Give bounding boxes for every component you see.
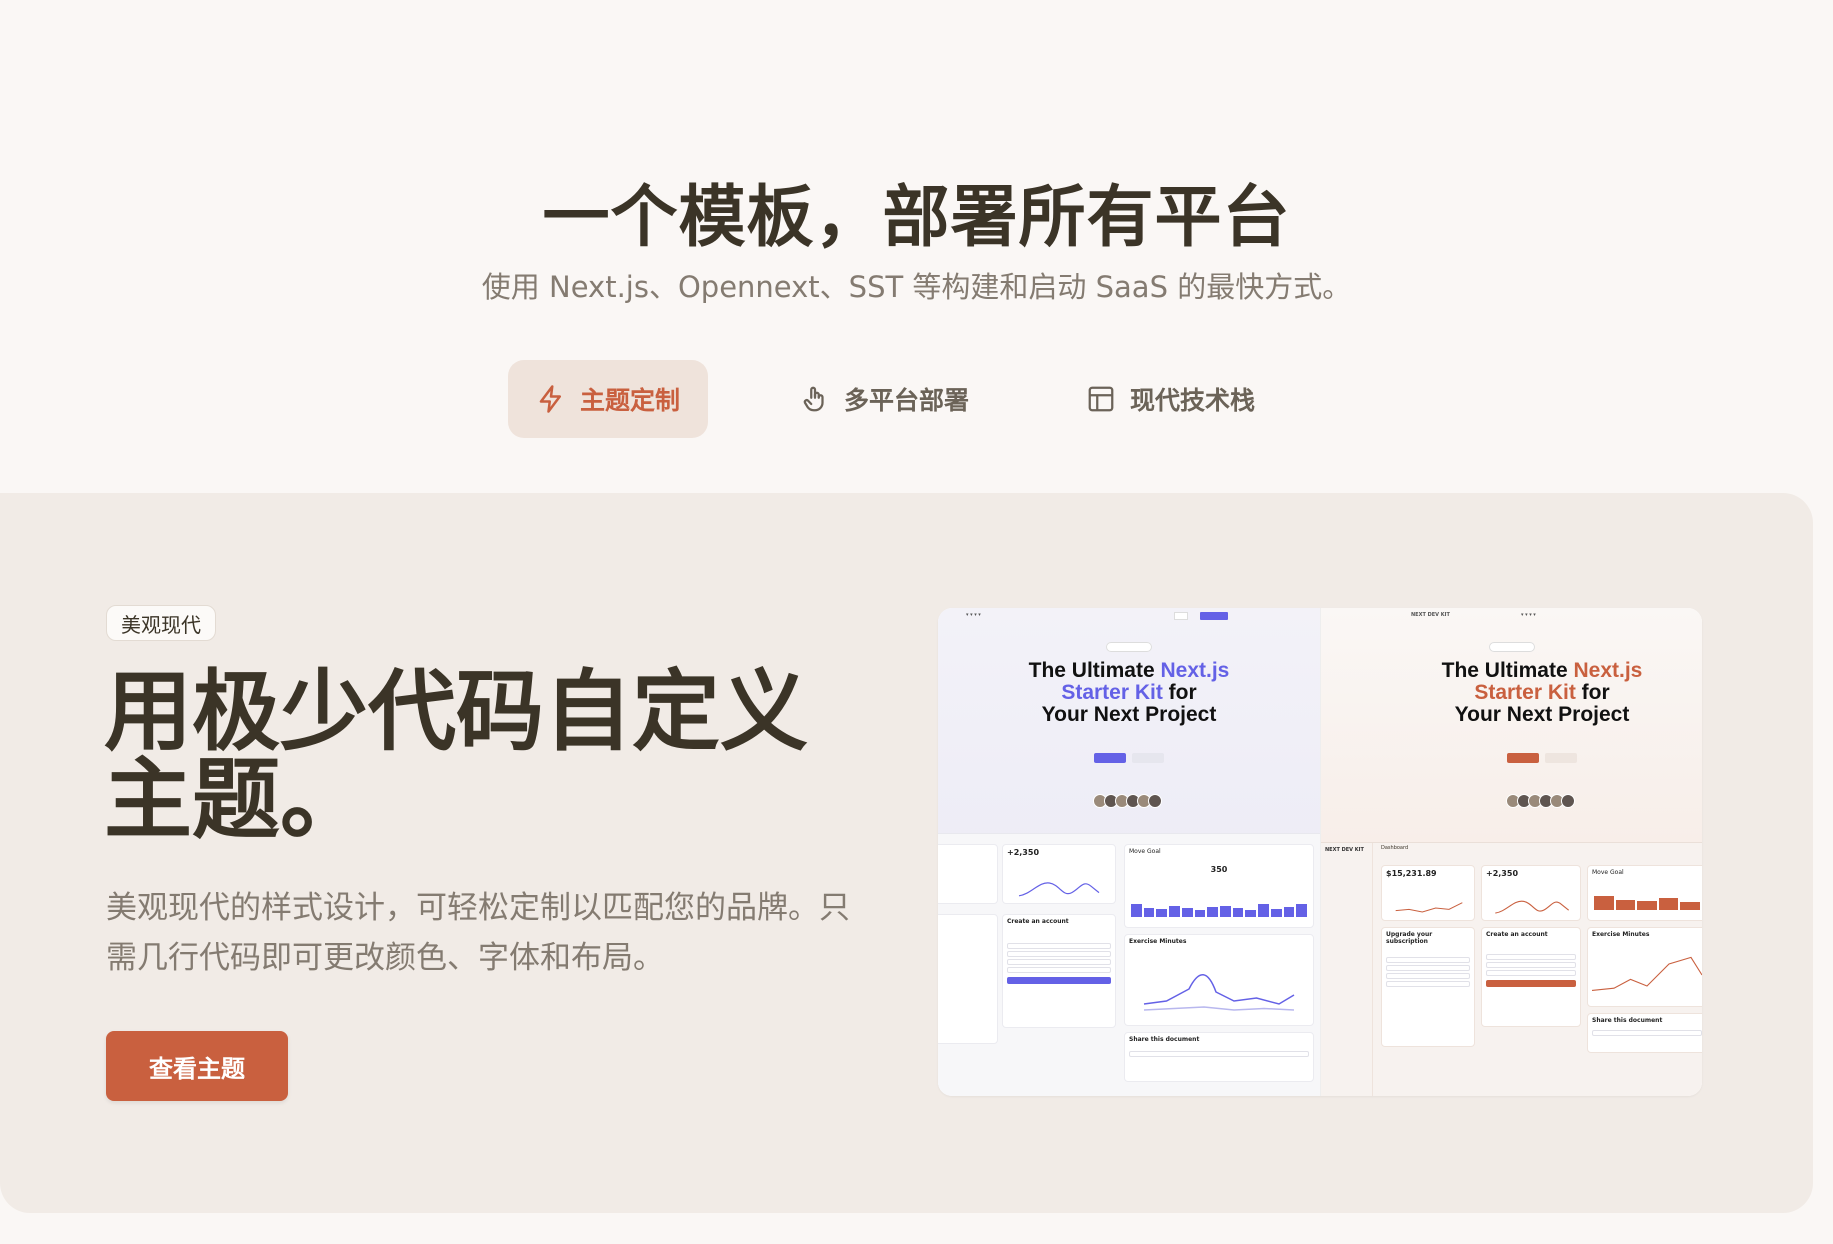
preview-hero-title: The Ultimate Next.js Starter Kit for You… [1028, 659, 1230, 726]
tab-theme-customization[interactable]: 主题定制 [508, 360, 709, 438]
preview-hero-title: The Ultimate Next.js Starter Kit for You… [1441, 659, 1643, 726]
feature-panel: 美观现代 用极少代码自定义主题。 美观现代的样式设计，可轻松定制以匹配您的品牌。… [0, 493, 1813, 1213]
feature-badge: 美观现代 [106, 605, 216, 641]
preview-card-create-account: Create an account [1002, 914, 1116, 1028]
theme-preview-image: ▾ ▾ ▾ ▾ The Ultimate Next.js Starter Kit… [938, 608, 1702, 1096]
preview-theme-terracotta: NEXT DEV KIT ▾ ▾ ▾ ▾ The Ultimate Next.j… [1320, 608, 1702, 1096]
preview-avatars [938, 794, 1320, 808]
preview-buttons [938, 753, 1320, 763]
feature-description: 美观现代的样式设计，可轻松定制以匹配您的品牌。只需几行代码即可更改颜色、字体和布… [106, 890, 850, 976]
preview-dashboard: +2,350 Move Goal 350 Create an account E… [938, 833, 1320, 1096]
feature-tabs: 主题定制 多平台部署 现代技术栈 [0, 360, 1833, 438]
preview-card-revenue: $15,231.89 [1381, 865, 1475, 921]
tab-label: 主题定制 [580, 386, 681, 415]
preview-nav: ▾ ▾ ▾ ▾ [938, 612, 1320, 624]
preview-sidebar: NEXT DEV KIT [1321, 843, 1373, 1096]
preview-card-exercise: Exercise Minutes [1587, 927, 1702, 1007]
preview-dashboard: NEXT DEV KIT Dashboard $15,231.89 +2,350… [1321, 842, 1702, 1096]
layout-icon [1088, 386, 1114, 412]
tab-label: 多平台部署 [844, 386, 970, 415]
preview-theme-indigo: ▾ ▾ ▾ ▾ The Ultimate Next.js Starter Kit… [938, 608, 1320, 1096]
page-subtitle: 使用 Next.js、Opennext、SST 等构建和启动 SaaS 的最快方… [481, 270, 1352, 304]
preview-pill [1321, 642, 1702, 652]
view-themes-button[interactable]: 查看主题 [106, 1031, 288, 1101]
pointer-hand-icon [803, 386, 824, 412]
preview-card-share: Share this document [1587, 1013, 1702, 1053]
page-title: 一个模板，部署所有平台 [542, 178, 1291, 256]
preview-pill [938, 642, 1320, 652]
preview-buttons [1351, 753, 1702, 763]
preview-card-subscriptions: +2,350 [1002, 844, 1116, 904]
preview-nav: NEXT DEV KIT ▾ ▾ ▾ ▾ [1411, 612, 1536, 618]
preview-card-create-account: Create an account [1481, 927, 1581, 1027]
preview-card-share: Share this document [1124, 1032, 1314, 1082]
feature-title: 用极少代码自定义主题。 [104, 660, 809, 851]
lightning-icon [539, 385, 561, 413]
preview-avatars [1351, 794, 1702, 808]
tab-label: 现代技术栈 [1130, 386, 1256, 415]
preview-card-move-goal: Move Goal 350 [1124, 844, 1314, 928]
preview-card-exercise: Exercise Minutes [1124, 934, 1314, 1026]
preview-card-subscriptions: +2,350 [1481, 865, 1581, 921]
tab-multi-platform[interactable]: 多平台部署 [772, 360, 997, 438]
preview-card-move-goal: Move Goal [1587, 865, 1702, 921]
tab-modern-stack[interactable]: 现代技术栈 [1058, 360, 1283, 438]
preview-card-upgrade: Upgrade your subscription [1381, 927, 1475, 1047]
